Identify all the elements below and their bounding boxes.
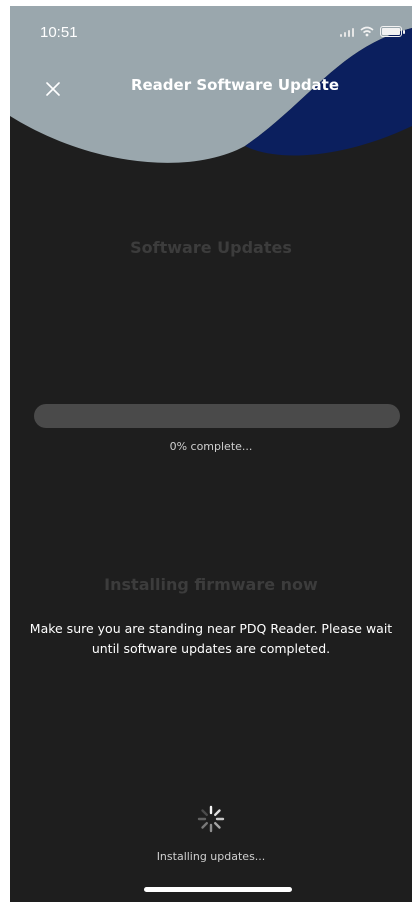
install-instructions-text: Make sure you are standing near PDQ Read…	[29, 621, 393, 656]
close-button[interactable]	[38, 74, 68, 104]
status-bar: 10:51	[10, 6, 412, 52]
cellular-signal-icon	[340, 27, 354, 37]
spinner-icon	[197, 805, 225, 833]
software-updates-title: Software Updates	[130, 238, 292, 257]
wifi-icon	[360, 26, 374, 37]
screen: 10:51 Reader Software Update Software Up…	[10, 6, 412, 902]
close-icon	[46, 82, 60, 96]
update-progress-bar	[34, 404, 400, 428]
status-icons	[340, 26, 405, 37]
progress-percentage-text: 0% complete...	[169, 440, 253, 453]
page-title: Reader Software Update	[130, 76, 340, 94]
status-time: 10:51	[40, 24, 78, 41]
home-indicator	[144, 887, 292, 892]
installing-updates-status: Installing updates...	[156, 850, 266, 863]
battery-icon	[380, 26, 405, 37]
installing-firmware-title: Installing firmware now	[104, 575, 318, 594]
